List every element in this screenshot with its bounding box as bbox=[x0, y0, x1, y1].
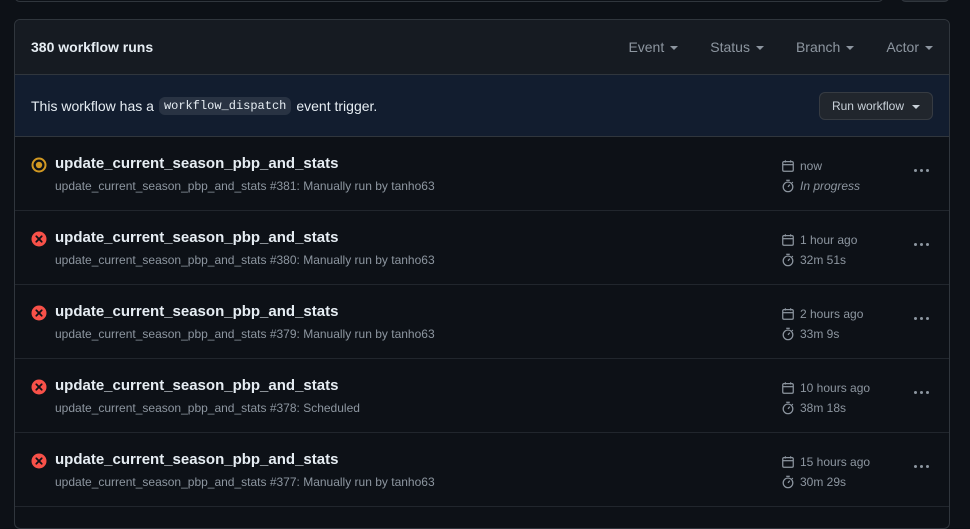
run-title[interactable]: update_current_season_pbp_and_stats bbox=[55, 377, 338, 394]
runs-list: update_current_season_pbp_and_stats upda… bbox=[15, 137, 949, 507]
run-subtitle: update_current_season_pbp_and_stats #379… bbox=[55, 327, 435, 341]
calendar-icon bbox=[782, 456, 794, 468]
run-duration-text: 32m 51s bbox=[800, 253, 847, 267]
event-filter[interactable]: Event bbox=[628, 39, 679, 55]
kebab-horizontal-icon[interactable] bbox=[909, 236, 933, 252]
dispatch-code: workflow_dispatch bbox=[158, 96, 292, 115]
run-subtitle: update_current_season_pbp_and_stats #377… bbox=[55, 475, 435, 489]
run-duration: 38m 18s bbox=[781, 398, 870, 418]
run-meta: 2 hours ago 33m 9s bbox=[781, 304, 863, 344]
run-title[interactable]: update_current_season_pbp_and_stats bbox=[55, 155, 338, 172]
run-row[interactable]: update_current_season_pbp_and_stats upda… bbox=[15, 285, 949, 359]
stopwatch-icon bbox=[782, 475, 794, 489]
run-time: now bbox=[781, 156, 860, 176]
filter-bar: Event Status Branch Actor bbox=[596, 39, 933, 55]
run-subtitle: update_current_season_pbp_and_stats #381… bbox=[55, 179, 435, 193]
stopwatch-icon bbox=[782, 401, 794, 415]
run-duration-text: 38m 18s bbox=[800, 401, 847, 415]
run-title[interactable]: update_current_season_pbp_and_stats bbox=[55, 451, 338, 468]
run-row[interactable]: update_current_season_pbp_and_stats upda… bbox=[15, 137, 949, 211]
run-subtitle: update_current_season_pbp_and_stats #378… bbox=[55, 401, 360, 415]
event-filter-label: Event bbox=[628, 39, 665, 55]
chevron-down-icon bbox=[670, 46, 679, 50]
run-duration-text: 33m 9s bbox=[800, 327, 840, 341]
x-circle-fill-icon bbox=[31, 453, 47, 469]
run-duration: 30m 29s bbox=[781, 472, 870, 492]
stopwatch-icon bbox=[782, 327, 794, 341]
calendar-icon bbox=[782, 160, 794, 172]
chevron-down-icon bbox=[755, 46, 764, 50]
run-time-text: now bbox=[800, 159, 823, 173]
run-meta: 1 hour ago 32m 51s bbox=[781, 230, 857, 270]
status-filter-label: Status bbox=[710, 39, 750, 55]
run-meta: 10 hours ago 38m 18s bbox=[781, 378, 870, 418]
run-time-text: 1 hour ago bbox=[800, 233, 858, 247]
run-workflow-label: Run workflow bbox=[831, 98, 904, 113]
run-duration-text: 30m 29s bbox=[800, 475, 847, 489]
actor-filter[interactable]: Actor bbox=[886, 39, 933, 55]
kebab-horizontal-icon[interactable] bbox=[909, 458, 933, 474]
runs-header: 380 workflow runs Event Status Branch Ac… bbox=[15, 20, 949, 75]
actor-filter-label: Actor bbox=[886, 39, 919, 55]
branch-filter-label: Branch bbox=[795, 39, 841, 55]
run-time: 15 hours ago bbox=[781, 452, 870, 472]
workflow-runs-box: 380 workflow runs Event Status Branch Ac… bbox=[14, 19, 950, 529]
top-strip bbox=[0, 0, 970, 10]
run-title[interactable]: update_current_season_pbp_and_stats bbox=[55, 303, 338, 320]
kebab-horizontal-icon[interactable] bbox=[909, 310, 933, 326]
run-duration: 32m 51s bbox=[781, 250, 857, 270]
chevron-down-icon bbox=[925, 46, 933, 50]
dispatch-text-after: event trigger. bbox=[296, 97, 378, 114]
runs-count: 380 workflow runs bbox=[31, 39, 154, 55]
run-row[interactable]: update_current_season_pbp_and_stats upda… bbox=[15, 433, 949, 507]
run-duration: In progress bbox=[781, 176, 860, 196]
dispatch-text-before: This workflow has a bbox=[31, 97, 154, 114]
stopwatch-icon bbox=[782, 179, 794, 193]
run-time-text: 15 hours ago bbox=[800, 455, 871, 469]
x-circle-fill-icon bbox=[31, 379, 47, 395]
chevron-down-icon bbox=[846, 46, 855, 50]
dispatch-message: This workflow has a workflow_dispatch ev… bbox=[31, 96, 819, 115]
run-time-text: 10 hours ago bbox=[800, 381, 871, 395]
run-row[interactable]: update_current_season_pbp_and_stats upda… bbox=[15, 359, 949, 433]
run-time: 1 hour ago bbox=[781, 230, 857, 250]
run-time: 2 hours ago bbox=[781, 304, 863, 324]
status-filter[interactable]: Status bbox=[710, 39, 764, 55]
kebab-horizontal-icon[interactable] bbox=[909, 384, 933, 400]
top-right-button[interactable] bbox=[900, 0, 950, 2]
dot-fill-icon bbox=[31, 157, 47, 173]
run-time-text: 2 hours ago bbox=[800, 307, 864, 321]
x-circle-fill-icon bbox=[31, 305, 47, 321]
run-row[interactable]: update_current_season_pbp_and_stats upda… bbox=[15, 211, 949, 285]
stopwatch-icon bbox=[782, 253, 794, 267]
run-workflow-button[interactable]: Run workflow bbox=[818, 91, 933, 120]
run-meta: now In progress bbox=[781, 156, 860, 196]
run-time: 10 hours ago bbox=[781, 378, 870, 398]
dispatch-banner: This workflow has a workflow_dispatch ev… bbox=[15, 75, 949, 137]
run-duration-text: In progress bbox=[800, 179, 861, 193]
chevron-down-icon bbox=[912, 104, 920, 109]
calendar-icon bbox=[782, 234, 794, 246]
kebab-horizontal-icon[interactable] bbox=[909, 162, 933, 178]
calendar-icon bbox=[782, 308, 794, 320]
x-circle-fill-icon bbox=[31, 231, 47, 247]
calendar-icon bbox=[782, 382, 794, 394]
run-subtitle: update_current_season_pbp_and_stats #380… bbox=[55, 253, 435, 267]
branch-filter[interactable]: Branch bbox=[795, 39, 855, 55]
run-title[interactable]: update_current_season_pbp_and_stats bbox=[55, 229, 338, 246]
run-duration: 33m 9s bbox=[781, 324, 863, 344]
run-meta: 15 hours ago 30m 29s bbox=[781, 452, 870, 492]
filter-runs-input[interactable] bbox=[14, 0, 884, 2]
